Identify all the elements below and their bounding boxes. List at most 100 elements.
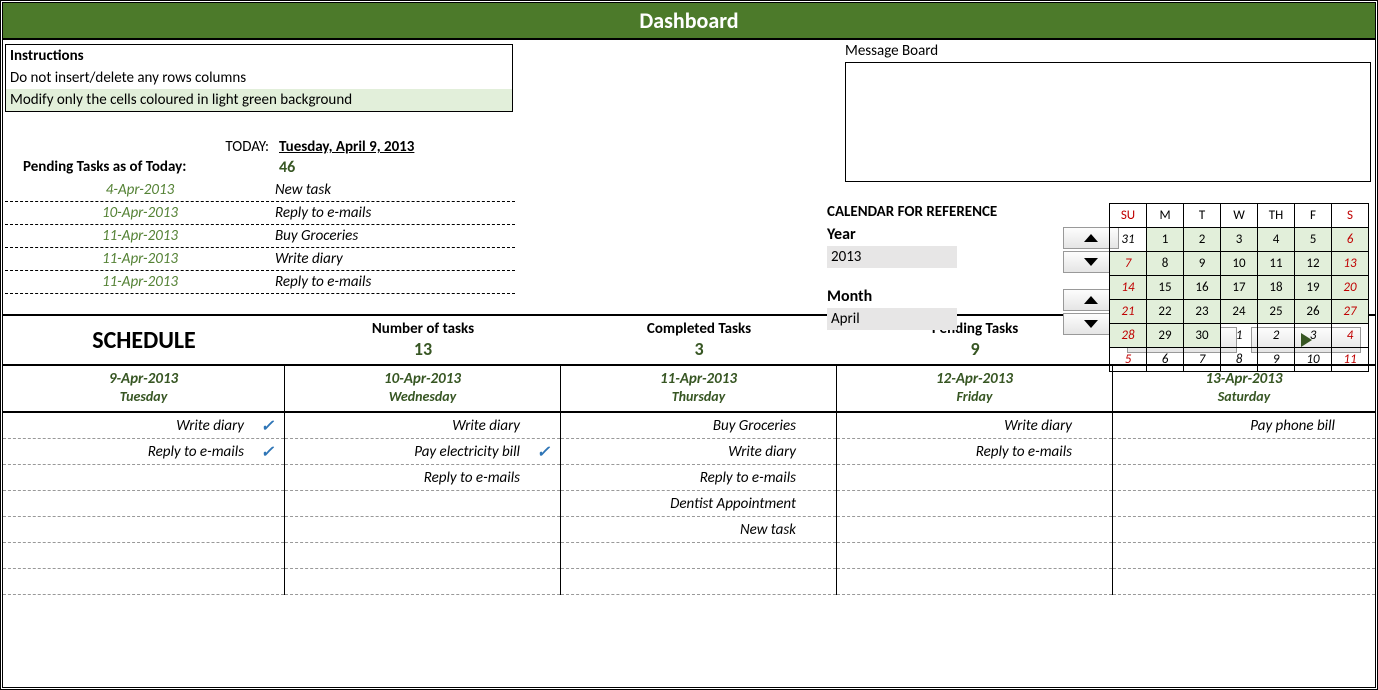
schedule-task-cell[interactable]: Reply to e-mails bbox=[561, 465, 836, 491]
schedule-task-cell[interactable] bbox=[1113, 517, 1375, 543]
schedule-task-cell[interactable]: Buy Groceries bbox=[561, 413, 836, 439]
schedule-task-cell[interactable] bbox=[837, 569, 1112, 595]
schedule-task-cell[interactable] bbox=[3, 543, 284, 569]
cal-day[interactable]: 7 bbox=[1110, 252, 1147, 276]
cal-day[interactable]: 1 bbox=[1221, 324, 1258, 348]
cal-day[interactable]: 9 bbox=[1184, 252, 1221, 276]
cal-day[interactable]: 12 bbox=[1295, 252, 1332, 276]
schedule-task-cell[interactable]: Reply to e-mails bbox=[837, 439, 1112, 465]
schedule-column: 10-Apr-2013WednesdayWrite diaryPay elect… bbox=[285, 366, 561, 595]
pending-task-date: 10-Apr-2013 bbox=[5, 204, 275, 222]
cal-day[interactable]: 16 bbox=[1184, 276, 1221, 300]
cal-day[interactable]: 10 bbox=[1295, 348, 1332, 372]
year-value[interactable]: 2013 bbox=[827, 246, 957, 268]
schedule-task-cell[interactable]: Write diary bbox=[561, 439, 836, 465]
cal-day[interactable]: 8 bbox=[1147, 252, 1184, 276]
schedule-task-cell[interactable]: Reply to e-mails✓ bbox=[3, 439, 284, 465]
schedule-day: Wednesday bbox=[285, 388, 560, 405]
schedule-date: 13-Apr-2013 bbox=[1113, 370, 1375, 388]
schedule-task-cell[interactable] bbox=[3, 517, 284, 543]
cal-header: M bbox=[1147, 204, 1184, 228]
cal-day[interactable]: 28 bbox=[1110, 324, 1147, 348]
schedule-task-cell[interactable] bbox=[837, 517, 1112, 543]
cal-day[interactable]: 29 bbox=[1147, 324, 1184, 348]
schedule-task-cell[interactable] bbox=[561, 569, 836, 595]
cal-day[interactable]: 3 bbox=[1221, 228, 1258, 252]
cal-day[interactable]: 6 bbox=[1147, 348, 1184, 372]
cal-day[interactable]: 14 bbox=[1110, 276, 1147, 300]
schedule-task-cell[interactable] bbox=[1113, 465, 1375, 491]
schedule-task-cell[interactable] bbox=[285, 543, 560, 569]
schedule-task-cell[interactable]: Reply to e-mails bbox=[285, 465, 560, 491]
schedule-task-cell[interactable] bbox=[1113, 491, 1375, 517]
schedule-task-cell[interactable] bbox=[3, 491, 284, 517]
cal-day[interactable]: 5 bbox=[1110, 348, 1147, 372]
cal-day[interactable]: 2 bbox=[1258, 324, 1295, 348]
cal-day[interactable]: 6 bbox=[1332, 228, 1369, 252]
schedule-task-cell[interactable] bbox=[285, 517, 560, 543]
schedule-task-cell[interactable] bbox=[1113, 439, 1375, 465]
schedule-task-cell[interactable]: Write diary bbox=[837, 413, 1112, 439]
cal-day[interactable]: 19 bbox=[1295, 276, 1332, 300]
schedule-task-cell[interactable]: Pay phone bill bbox=[1113, 413, 1375, 439]
pending-task-list: 4-Apr-2013New task10-Apr-2013Reply to e-… bbox=[5, 179, 515, 294]
schedule-task-text: Buy Groceries bbox=[713, 417, 796, 435]
instructions-box: Instructions Do not insert/delete any ro… bbox=[5, 44, 513, 112]
cal-day[interactable]: 9 bbox=[1258, 348, 1295, 372]
pending-task-row: 11-Apr-2013Buy Groceries bbox=[5, 225, 515, 248]
pending-task-date: 4-Apr-2013 bbox=[5, 181, 275, 199]
schedule-task-cell[interactable] bbox=[285, 491, 560, 517]
cal-day[interactable]: 30 bbox=[1184, 324, 1221, 348]
schedule-task-cell[interactable]: Write diary✓ bbox=[3, 413, 284, 439]
pending-tasks-count: 46 bbox=[279, 158, 295, 177]
cal-day[interactable]: 23 bbox=[1184, 300, 1221, 324]
cal-day[interactable]: 3 bbox=[1295, 324, 1332, 348]
cal-header: F bbox=[1295, 204, 1332, 228]
schedule-task-cell[interactable] bbox=[3, 465, 284, 491]
cal-day[interactable]: 15 bbox=[1147, 276, 1184, 300]
cal-day[interactable]: 22 bbox=[1147, 300, 1184, 324]
schedule-task-cell[interactable]: Dentist Appointment bbox=[561, 491, 836, 517]
schedule-task-cell[interactable] bbox=[1113, 543, 1375, 569]
chevron-up-icon bbox=[1084, 296, 1098, 304]
schedule-task-cell[interactable] bbox=[561, 543, 836, 569]
schedule-task-cell[interactable]: Write diary bbox=[285, 413, 560, 439]
pending-task-date: 11-Apr-2013 bbox=[5, 250, 275, 268]
cal-day[interactable]: 24 bbox=[1221, 300, 1258, 324]
cal-day[interactable]: 11 bbox=[1258, 252, 1295, 276]
cal-day[interactable]: 2 bbox=[1184, 228, 1221, 252]
cal-day[interactable]: 21 bbox=[1110, 300, 1147, 324]
schedule-task-text: Write diary bbox=[452, 417, 520, 435]
schedule-task-cell[interactable]: Pay electricity bill✓ bbox=[285, 439, 560, 465]
month-value[interactable]: April bbox=[827, 308, 957, 330]
schedule-task-cell[interactable]: New task bbox=[561, 517, 836, 543]
cal-day[interactable]: 11 bbox=[1332, 348, 1369, 372]
cal-day[interactable]: 10 bbox=[1221, 252, 1258, 276]
cal-day[interactable]: 18 bbox=[1258, 276, 1295, 300]
schedule-task-cell[interactable] bbox=[837, 465, 1112, 491]
schedule-day: Friday bbox=[837, 388, 1112, 405]
cal-day[interactable]: 5 bbox=[1295, 228, 1332, 252]
message-board-box[interactable] bbox=[845, 62, 1371, 182]
cal-day[interactable]: 26 bbox=[1295, 300, 1332, 324]
schedule-task-cell[interactable] bbox=[285, 569, 560, 595]
schedule-column-header: 11-Apr-2013Thursday bbox=[561, 366, 836, 413]
cal-day[interactable]: 25 bbox=[1258, 300, 1295, 324]
schedule-task-cell[interactable] bbox=[837, 491, 1112, 517]
cal-day[interactable]: 4 bbox=[1332, 324, 1369, 348]
cal-day[interactable]: 13 bbox=[1332, 252, 1369, 276]
cal-day[interactable]: 7 bbox=[1184, 348, 1221, 372]
cal-day[interactable]: 8 bbox=[1221, 348, 1258, 372]
schedule-task-text: Dentist Appointment bbox=[670, 495, 796, 513]
page-title: Dashboard bbox=[3, 3, 1375, 40]
schedule-column-header: 12-Apr-2013Friday bbox=[837, 366, 1112, 413]
schedule-task-cell[interactable] bbox=[1113, 569, 1375, 595]
cal-day[interactable]: 20 bbox=[1332, 276, 1369, 300]
cal-day[interactable]: 17 bbox=[1221, 276, 1258, 300]
cal-day[interactable]: 27 bbox=[1332, 300, 1369, 324]
cal-day[interactable]: 4 bbox=[1258, 228, 1295, 252]
cal-day[interactable]: 31 bbox=[1110, 228, 1147, 252]
schedule-task-cell[interactable] bbox=[3, 569, 284, 595]
cal-day[interactable]: 1 bbox=[1147, 228, 1184, 252]
schedule-task-cell[interactable] bbox=[837, 543, 1112, 569]
